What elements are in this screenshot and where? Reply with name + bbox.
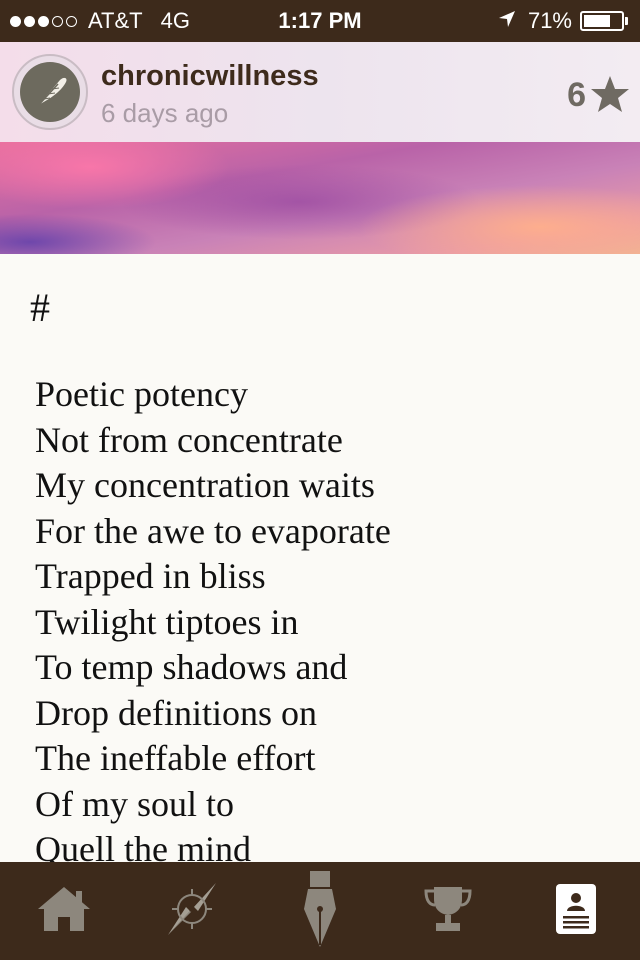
home-icon <box>36 883 92 940</box>
tab-contests[interactable] <box>384 862 512 960</box>
poem-line: Drop definitions on <box>35 692 317 733</box>
tab-profile[interactable] <box>512 862 640 960</box>
avatar[interactable] <box>12 54 88 130</box>
app-screen: AT&T 4G 1:17 PM 71% chronicwillness 6 da… <box>0 0 640 960</box>
pen-nib-icon <box>302 869 338 954</box>
username[interactable]: chronicwillness <box>101 60 319 93</box>
trophy-icon <box>422 883 474 940</box>
tab-bar <box>0 862 640 960</box>
post-header: chronicwillness 6 days ago 6 <box>0 42 640 142</box>
poem-line: Of my soul to <box>35 783 235 824</box>
status-right: 71% <box>498 8 628 34</box>
battery-icon <box>580 11 624 31</box>
poem-line: Quell the mind <box>35 829 251 862</box>
poem-lines: Poetic potency Not from concentrate My con… <box>35 372 391 862</box>
tab-write[interactable] <box>256 862 384 960</box>
quill-feather-icon <box>20 62 80 122</box>
poem-line: My concentration waits <box>35 465 375 505</box>
star-icon[interactable] <box>590 74 630 119</box>
poem-line: Poetic potency <box>35 374 248 414</box>
location-arrow-icon <box>498 8 516 34</box>
poem-line: Trapped in bliss <box>35 556 266 596</box>
battery-tip <box>625 17 628 25</box>
profile-card-icon <box>555 883 597 940</box>
poem-title: # <box>30 285 50 330</box>
poem-line: Not from concentrate <box>35 419 343 460</box>
tab-explore[interactable] <box>128 862 256 960</box>
star-count: 6 <box>567 76 586 114</box>
battery-fill <box>584 15 610 27</box>
status-bar: AT&T 4G 1:17 PM 71% <box>0 0 640 42</box>
poem-line: To temp shadows and <box>35 647 348 687</box>
tab-home[interactable] <box>0 862 128 960</box>
post-banner-image <box>0 142 640 254</box>
poem-line: The ineffable effort <box>35 738 316 778</box>
battery-percent: 71% <box>527 8 572 33</box>
poem-content: # Poetic potency Not from concentrate My c… <box>0 254 640 862</box>
poem-line: For the awe to evaporate <box>35 510 391 551</box>
compass-icon <box>164 879 220 944</box>
poem-line: Twilight tiptoes in <box>35 601 299 642</box>
post-time-ago: 6 days ago <box>101 98 229 128</box>
